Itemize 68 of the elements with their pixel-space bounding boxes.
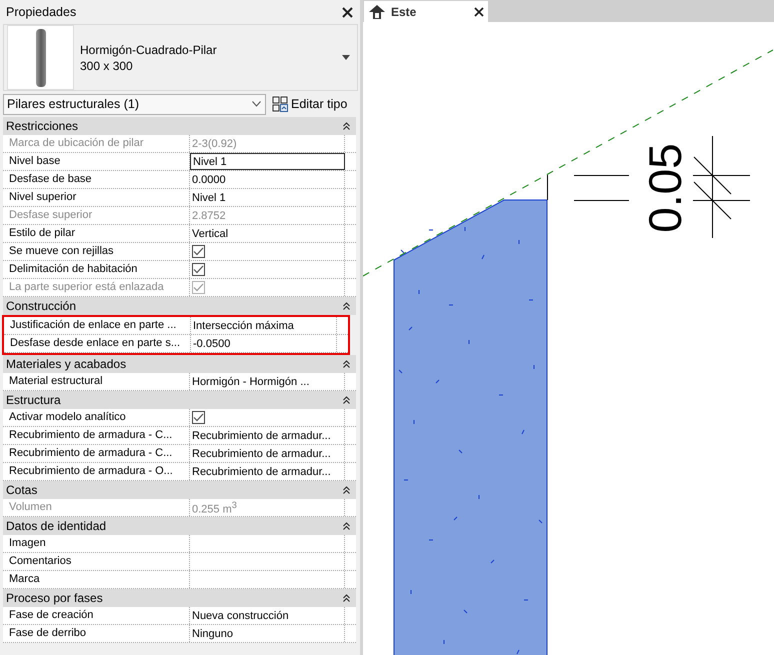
property-label: Comentarios <box>3 553 190 570</box>
edit-type-icon <box>272 96 288 112</box>
property-label: Material estructural <box>3 373 190 390</box>
property-label: Recubrimiento de armadura - C... <box>3 427 190 444</box>
panel-title: Propiedades <box>6 5 76 19</box>
dropdown-arrow-icon[interactable] <box>342 55 350 60</box>
property-label: Activar modelo analítico <box>3 409 190 426</box>
property-value[interactable]: Intersección máxima <box>193 318 294 334</box>
collapse-icon[interactable] <box>343 302 350 310</box>
category-dropdown[interactable]: Pilares estructurales (1) <box>3 94 266 114</box>
property-label: Marca <box>3 571 190 588</box>
property-value[interactable]: Nivel 1 <box>192 190 226 206</box>
property-label: Delimitación de habitación <box>3 261 190 278</box>
property-value[interactable]: Recubrimiento de armadur... <box>192 446 331 462</box>
property-value[interactable]: Vertical <box>192 226 228 242</box>
collapse-icon[interactable] <box>343 522 350 530</box>
property-value[interactable]: Nueva construcción <box>192 608 289 624</box>
collapse-icon[interactable] <box>343 396 350 404</box>
close-icon[interactable] <box>342 6 353 18</box>
chevron-down-icon <box>252 101 261 107</box>
property-label: Volumen <box>3 499 190 516</box>
section-header[interactable]: Datos de identidad <box>3 517 356 535</box>
dimension-value: 0.05 <box>639 143 691 233</box>
property-label: Imagen <box>3 535 190 552</box>
column-thumbnail-icon <box>34 28 46 88</box>
property-label: Desfase desde enlace en parte s... <box>4 335 191 352</box>
property-value[interactable]: Recubrimiento de armadur... <box>192 464 331 480</box>
property-label: Nivel superior <box>3 189 190 206</box>
property-label: Estilo de pilar <box>3 225 190 242</box>
property-label: Recubrimiento de armadura - O... <box>3 463 190 480</box>
property-value[interactable]: Recubrimiento de armadur... <box>192 428 331 444</box>
checkbox[interactable] <box>192 263 205 276</box>
property-value[interactable]: Hormigón - Hormigón ... <box>192 374 310 390</box>
section-header[interactable]: Materiales y acabados <box>3 355 356 373</box>
property-value[interactable]: 0.0000 <box>192 172 226 188</box>
section-header[interactable]: Restricciones <box>3 117 356 135</box>
property-value: 2.8752 <box>192 208 226 224</box>
property-label: Desfase superior <box>3 207 190 224</box>
house-icon <box>369 4 385 18</box>
collapse-icon[interactable] <box>343 594 350 602</box>
edit-type-button[interactable]: Editar tipo <box>270 93 350 115</box>
checkbox[interactable] <box>192 411 205 424</box>
close-icon[interactable] <box>474 6 484 16</box>
type-name: Hormigón-Cuadrado-Pilar <box>80 42 218 58</box>
collapse-icon[interactable] <box>343 360 350 368</box>
property-value: 2-3(0.92) <box>192 136 237 152</box>
property-value: 0.255 m$^{3}$ <box>192 499 237 518</box>
property-label: Fase de creación <box>3 607 190 624</box>
view-tab[interactable]: Este <box>364 1 488 22</box>
section-header[interactable]: Estructura <box>3 391 356 409</box>
section-header[interactable]: Construcción <box>3 297 356 315</box>
section-header[interactable]: Cotas <box>3 481 356 499</box>
property-label: Nivel base <box>3 153 190 170</box>
checkbox[interactable] <box>192 245 205 258</box>
property-label: Marca de ubicación de pilar <box>3 135 190 152</box>
property-label: Se mueve con rejillas <box>3 243 190 260</box>
property-label: La parte superior está enlazada <box>3 279 190 296</box>
property-label: Recubrimiento de armadura - C... <box>3 445 190 462</box>
property-label: Desfase de base <box>3 171 190 188</box>
property-value[interactable]: Ninguno <box>192 626 233 642</box>
property-label: Justificación de enlace en parte ... <box>4 317 191 334</box>
collapse-icon[interactable] <box>343 122 350 130</box>
section-header[interactable]: Proceso por fases <box>3 589 356 607</box>
property-label: Fase de derribo <box>3 625 190 642</box>
type-size: 300 x 300 <box>80 58 134 74</box>
collapse-icon[interactable] <box>343 486 350 494</box>
property-value[interactable]: -0.0500 <box>193 336 230 352</box>
type-selector[interactable]: Hormigón-Cuadrado-Pilar 300 x 300 <box>3 24 358 91</box>
